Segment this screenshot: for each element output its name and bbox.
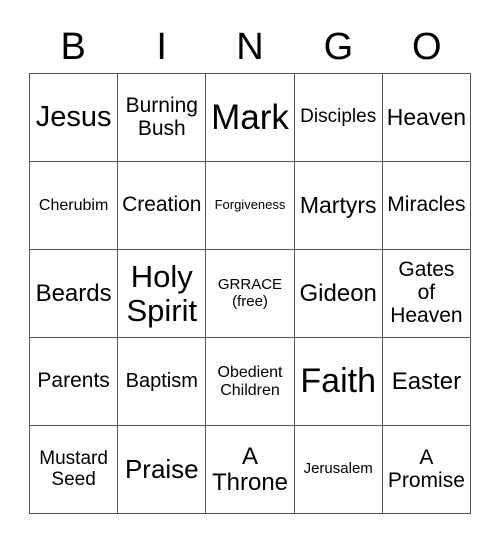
header-letter-b: B xyxy=(60,26,86,68)
bingo-cell[interactable]: Creation xyxy=(118,162,207,250)
bingo-cell[interactable]: Faith xyxy=(294,338,383,426)
header-letter-n: N xyxy=(236,26,264,68)
bingo-cell[interactable]: A Promise xyxy=(382,426,471,514)
bingo-cell[interactable]: Heaven xyxy=(382,74,471,162)
header-letter-g: G xyxy=(323,26,354,68)
bingo-cell[interactable]: Jesus xyxy=(30,74,119,162)
bingo-cell[interactable]: A Throne xyxy=(206,426,295,514)
bingo-cell[interactable]: Disciples xyxy=(294,74,383,162)
bingo-cell[interactable]: Parents xyxy=(30,338,119,426)
bingo-cell[interactable]: Beards xyxy=(30,250,119,338)
bingo-cell[interactable]: Mark xyxy=(206,74,295,162)
bingo-cell[interactable]: Praise xyxy=(118,426,207,514)
bingo-grid: Jesus Burning Bush Mark Disciples Heaven Cher… xyxy=(29,73,471,514)
bingo-cell[interactable]: Obedient Children xyxy=(206,338,295,426)
bingo-header: B I N G O xyxy=(29,22,471,72)
bingo-cell[interactable]: Mustard Seed xyxy=(30,426,119,514)
header-letter-o: O xyxy=(412,26,442,68)
bingo-cell[interactable]: Burning Bush xyxy=(118,74,207,162)
bingo-cell[interactable]: Martyrs xyxy=(294,162,383,250)
bingo-cell[interactable]: Holy Spirit xyxy=(118,250,207,338)
bingo-cell[interactable]: Cherubim xyxy=(30,162,119,250)
bingo-cell[interactable]: Baptism xyxy=(118,338,207,426)
bingo-cell[interactable]: Easter xyxy=(382,338,471,426)
bingo-cell[interactable]: Jerusalem xyxy=(294,426,383,514)
bingo-cell[interactable]: Gates of Heaven xyxy=(382,250,471,338)
bingo-cell[interactable]: GRRACE (free) xyxy=(206,250,295,338)
bingo-cell[interactable]: Gideon xyxy=(294,250,383,338)
bingo-cell[interactable]: Forgiveness xyxy=(206,162,295,250)
bingo-cell[interactable]: Miracles xyxy=(382,162,471,250)
header-letter-i: I xyxy=(156,26,167,68)
